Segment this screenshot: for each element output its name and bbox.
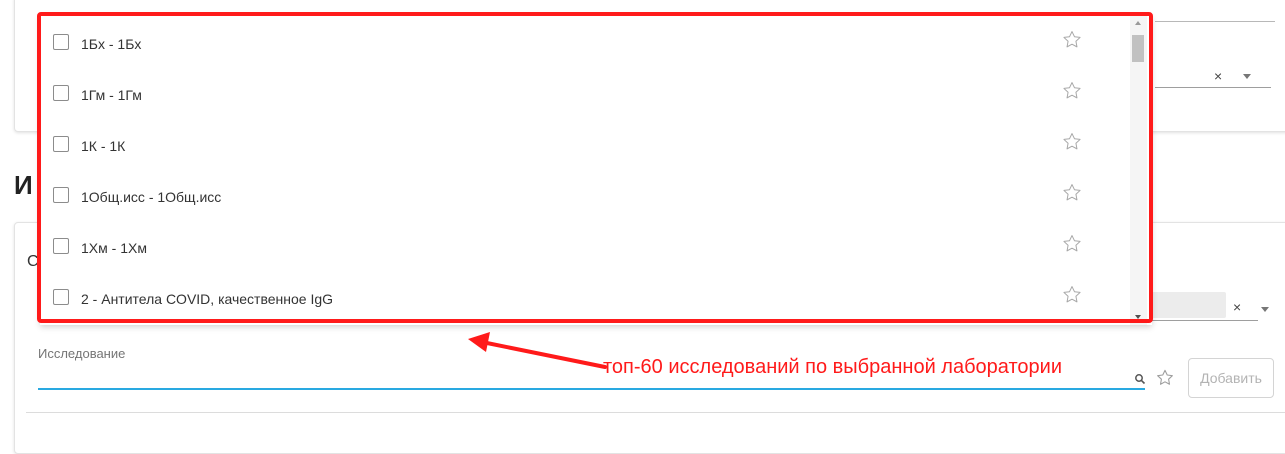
checkbox-icon[interactable] xyxy=(53,136,69,152)
dropdown-scrollbar[interactable] xyxy=(1130,15,1147,325)
checkbox-icon[interactable] xyxy=(53,85,69,101)
card-label-partial: С xyxy=(27,253,39,270)
list-item[interactable]: 1Хм - 1Хм xyxy=(40,221,1130,271)
star-icon[interactable] xyxy=(1061,80,1083,102)
list-item[interactable]: 1К - 1К xyxy=(40,119,1130,169)
study-field-label: Исследование xyxy=(38,346,126,361)
section-title: И xyxy=(14,170,33,200)
list-item[interactable]: 1Общ.исс - 1Общ.исс xyxy=(40,170,1130,220)
laboratory-select-underline xyxy=(1142,320,1258,321)
study-dropdown-list[interactable]: 1Бх - 1Бх 1Гм - 1Гм 1К - 1К 1Общ.исс - 1… xyxy=(40,15,1152,325)
star-icon[interactable] xyxy=(1061,182,1083,204)
checkbox-icon[interactable] xyxy=(53,289,69,305)
annotation-text: топ-60 исследований по выбранной лаборат… xyxy=(603,356,1062,378)
scroll-down-arrow-icon[interactable] xyxy=(1135,315,1141,319)
chevron-down-icon[interactable] xyxy=(1261,307,1269,312)
checkbox-icon[interactable] xyxy=(53,238,69,254)
option-label: 1Бх - 1Бх xyxy=(81,36,142,52)
search-icon[interactable] xyxy=(1134,372,1146,385)
laboratory-select-value[interactable] xyxy=(1150,292,1226,318)
option-label: 1К - 1К xyxy=(81,138,126,154)
option-label: 1Хм - 1Хм xyxy=(81,240,147,256)
scroll-thumb[interactable] xyxy=(1132,35,1144,62)
list-item[interactable]: 1Бх - 1Бх xyxy=(40,17,1130,67)
star-icon[interactable] xyxy=(1155,368,1175,388)
clear-icon[interactable]: × xyxy=(1214,69,1222,83)
option-label: 1Гм - 1Гм xyxy=(81,87,142,103)
chevron-down-icon[interactable] xyxy=(1243,74,1251,79)
option-label: 1Общ.исс - 1Общ.исс xyxy=(81,189,222,205)
scroll-up-arrow-icon[interactable] xyxy=(1135,21,1141,25)
add-button[interactable]: Добавить xyxy=(1188,358,1274,398)
star-icon[interactable] xyxy=(1061,233,1083,255)
star-icon[interactable] xyxy=(1061,284,1083,306)
arrow-icon xyxy=(468,332,607,369)
clear-icon[interactable]: × xyxy=(1233,300,1241,314)
option-label: 2 - Антитела COVID, качественное IgG xyxy=(81,291,334,307)
divider xyxy=(26,412,1285,413)
star-icon[interactable] xyxy=(1061,29,1083,51)
checkbox-icon[interactable] xyxy=(53,34,69,50)
list-item[interactable]: 2 - Антитела COVID, качественное IgG xyxy=(40,272,1130,322)
star-icon[interactable] xyxy=(1061,131,1083,153)
upper-select-underline xyxy=(1155,87,1271,88)
upper-field-underline xyxy=(1155,21,1275,22)
checkbox-icon[interactable] xyxy=(53,187,69,203)
list-item[interactable]: 1Гм - 1Гм xyxy=(40,68,1130,118)
